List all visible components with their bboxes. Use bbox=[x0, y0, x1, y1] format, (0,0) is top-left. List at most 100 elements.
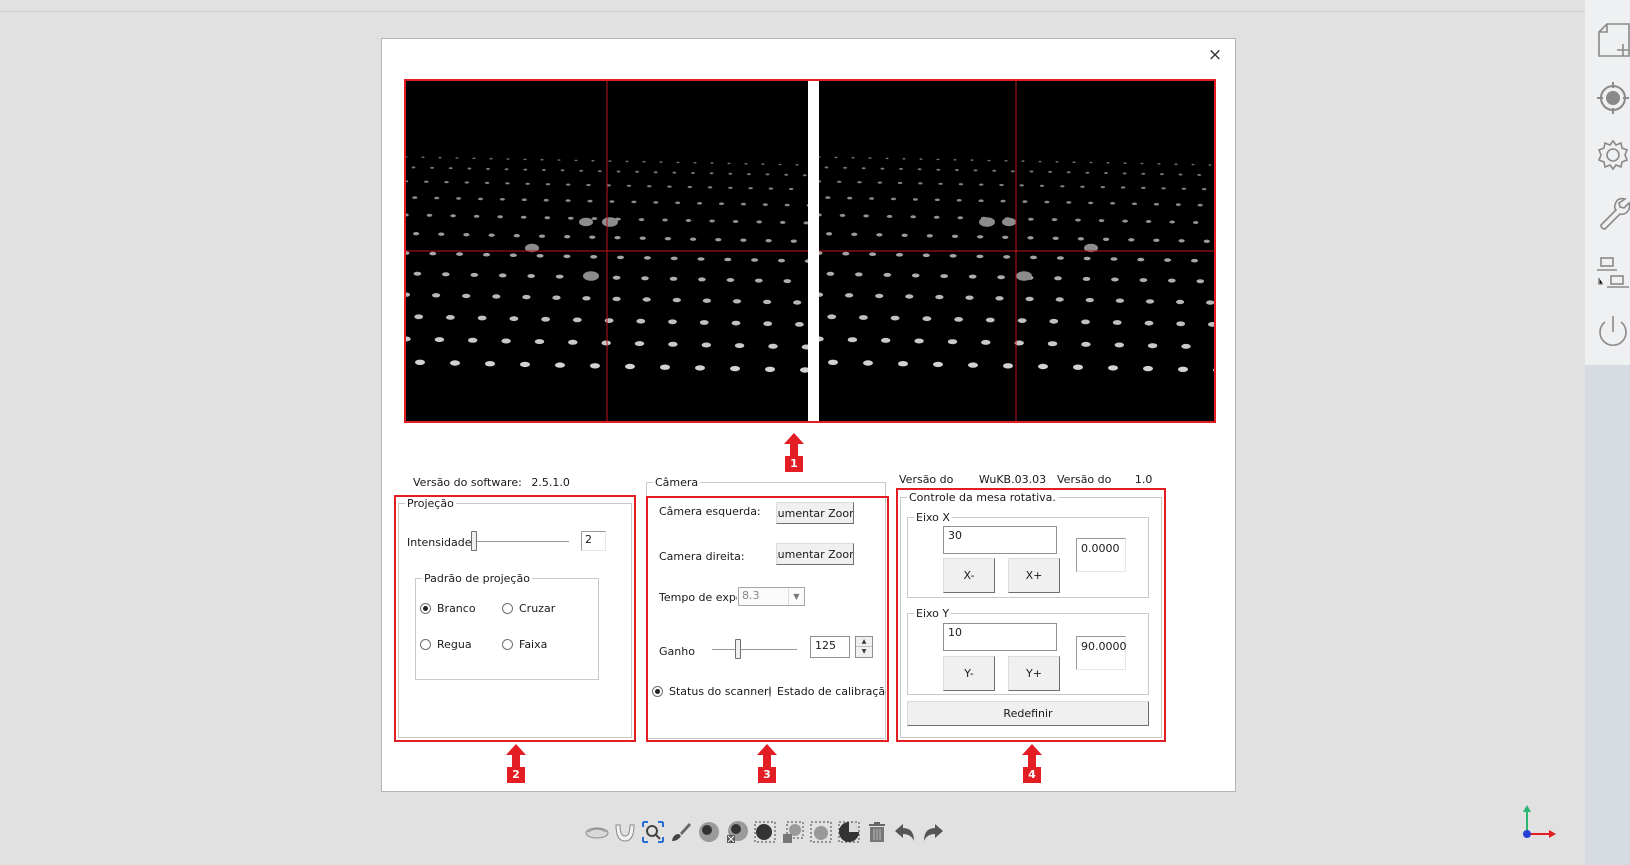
y-step-input[interactable]: 10 bbox=[943, 623, 1057, 651]
plate-dot bbox=[412, 196, 418, 199]
spin-up-icon[interactable]: ▲ bbox=[856, 637, 872, 647]
new-file-icon[interactable] bbox=[1595, 20, 1630, 60]
gear-icon[interactable] bbox=[1595, 135, 1630, 175]
half-sphere-icon[interactable] bbox=[836, 818, 861, 846]
x-step-input[interactable]: 30 bbox=[943, 526, 1057, 554]
pattern-faixa-radio[interactable]: Faixa bbox=[502, 638, 547, 651]
plate-dot bbox=[557, 159, 561, 161]
plate-dot bbox=[589, 235, 596, 239]
y-plus-button[interactable]: Y+ bbox=[1008, 656, 1060, 691]
plate-dot bbox=[1048, 170, 1052, 173]
plate-dot bbox=[625, 363, 635, 370]
plate-dot bbox=[406, 251, 410, 255]
plate-dot bbox=[555, 274, 564, 279]
plate-dot bbox=[985, 317, 995, 323]
plate-dot bbox=[523, 158, 527, 161]
plate-dot bbox=[863, 214, 869, 218]
power-icon[interactable] bbox=[1595, 312, 1630, 352]
x-minus-button[interactable]: X- bbox=[943, 558, 995, 593]
plate-dot bbox=[543, 198, 549, 202]
plate-dot bbox=[590, 255, 598, 259]
plate-dot bbox=[545, 183, 551, 186]
spin-down-icon[interactable]: ▼ bbox=[856, 647, 872, 657]
intensity-slider-thumb[interactable] bbox=[471, 531, 477, 551]
y-minus-button[interactable]: Y- bbox=[943, 656, 995, 691]
plate-dot bbox=[1196, 279, 1205, 284]
plate-dot bbox=[612, 296, 621, 302]
x-plus-button[interactable]: X+ bbox=[1008, 558, 1060, 593]
gain-spinner[interactable]: ▲ ▼ bbox=[855, 636, 873, 658]
plate-dot bbox=[1153, 238, 1160, 242]
plate-dot bbox=[506, 158, 510, 160]
lasso-plus-icon[interactable] bbox=[780, 818, 805, 846]
devices-icon[interactable] bbox=[1595, 252, 1630, 292]
plate-dot bbox=[790, 239, 797, 243]
pattern-cruzar-radio[interactable]: Cruzar bbox=[502, 602, 555, 615]
plate-dot bbox=[413, 271, 422, 276]
plate-dot bbox=[784, 173, 789, 176]
plate-dot bbox=[462, 293, 471, 299]
gain-slider-track[interactable] bbox=[712, 649, 797, 651]
plate-dot bbox=[1066, 171, 1071, 174]
status-calibration-label: Estado de calibração bbox=[777, 685, 886, 698]
plate-dot bbox=[1181, 343, 1191, 349]
plate-dot bbox=[1021, 160, 1025, 162]
x-minus-label: X- bbox=[963, 569, 975, 582]
plate-dot bbox=[926, 234, 933, 238]
plate-dot bbox=[1145, 299, 1155, 304]
plate-dot bbox=[826, 271, 835, 276]
trash-icon[interactable] bbox=[864, 818, 889, 846]
status-calibration-radio[interactable]: Estado de calibração bbox=[769, 685, 886, 698]
plate-dot bbox=[859, 315, 868, 320]
plate-dot bbox=[709, 219, 715, 223]
gain-slider-thumb[interactable] bbox=[735, 639, 741, 659]
plate-dot bbox=[1055, 297, 1064, 302]
target-icon[interactable] bbox=[1595, 78, 1630, 118]
radio-dot bbox=[420, 639, 431, 650]
plate-dot bbox=[1075, 218, 1081, 222]
plate-dot bbox=[857, 181, 862, 184]
lasso-minus-icon[interactable] bbox=[808, 818, 833, 846]
firmware-label-2: Versão do bbox=[1057, 473, 1112, 486]
plate-dot bbox=[473, 214, 480, 218]
left-zoom-button[interactable]: Aumentar Zoom bbox=[776, 502, 854, 524]
plate-dot bbox=[501, 338, 511, 344]
plate-dot bbox=[691, 172, 695, 174]
plate-dot bbox=[642, 160, 646, 163]
plate-dot bbox=[521, 198, 527, 201]
plate-dot bbox=[697, 257, 705, 261]
reset-button[interactable]: Redefinir bbox=[907, 701, 1149, 726]
status-scanner-radio[interactable]: Status do scanner bbox=[652, 685, 769, 698]
arch-icon[interactable] bbox=[612, 818, 637, 846]
firmware-version-2: Versão do 1.0 bbox=[1057, 473, 1152, 486]
exposure-select[interactable]: 8.3 ▼ bbox=[738, 587, 805, 606]
intensity-slider-track[interactable] bbox=[471, 541, 569, 543]
plate-dot bbox=[504, 168, 509, 171]
plate-dot bbox=[899, 167, 903, 170]
status-scanner-label: Status do scanner bbox=[669, 685, 769, 698]
plate-dot bbox=[1060, 185, 1065, 188]
jaw-icon[interactable] bbox=[584, 818, 609, 846]
plate-dot bbox=[642, 297, 651, 302]
zoom-select-icon[interactable] bbox=[640, 818, 665, 846]
right-sidebar bbox=[1585, 0, 1630, 865]
plate-dot bbox=[978, 199, 984, 202]
lasso-icon[interactable] bbox=[752, 818, 777, 846]
gain-input[interactable]: 125 bbox=[810, 636, 850, 658]
view-cube-x-icon[interactable] bbox=[724, 818, 749, 846]
plate-dot bbox=[789, 187, 794, 191]
plate-dot bbox=[668, 341, 678, 347]
wrench-icon[interactable] bbox=[1595, 193, 1630, 233]
brush-icon[interactable] bbox=[668, 818, 693, 846]
undo-icon[interactable] bbox=[892, 818, 917, 846]
redo-icon[interactable] bbox=[920, 818, 945, 846]
pattern-regua-radio[interactable]: Regua bbox=[420, 638, 472, 651]
close-button[interactable]: × bbox=[1205, 45, 1225, 65]
right-zoom-button[interactable]: Aumentar Zoom bbox=[776, 543, 854, 565]
view-cube-icon[interactable] bbox=[696, 818, 721, 846]
plate-dot bbox=[1141, 186, 1146, 189]
plate-dot bbox=[635, 170, 639, 173]
plate-dot bbox=[997, 275, 1005, 280]
radio-dot bbox=[769, 686, 771, 697]
pattern-branco-radio[interactable]: Branco bbox=[420, 602, 476, 615]
